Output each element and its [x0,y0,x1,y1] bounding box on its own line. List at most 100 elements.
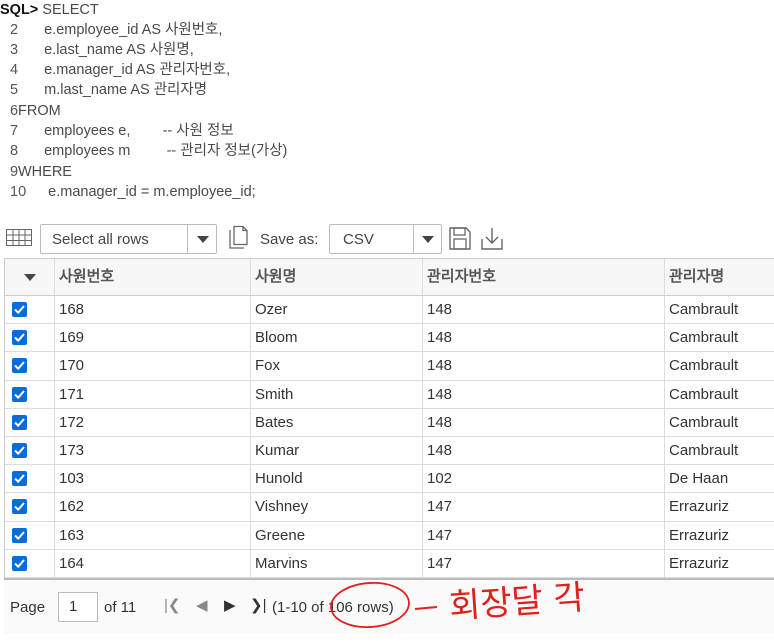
row-range-text: (1-10 of 106 rows) [272,599,394,616]
column-header[interactable]: 사원번호 [55,259,251,295]
table-row[interactable]: 162 Vishney 147 Errazuriz [5,493,774,522]
table-cell: De Haan [669,470,729,488]
table-cell: Bloom [251,324,423,352]
sql-line: 8 employees m -- 관리자 정보(가상) [10,143,288,159]
table-cell: 148 [423,324,665,352]
row-checkbox-cell [5,465,55,493]
row-checkbox[interactable] [12,471,27,487]
chevron-down-icon [422,236,434,243]
sql-line: 9WHERE [10,164,72,180]
table-header: 사원번호 사원명 관리자번호 관리자명 [5,259,774,296]
page-number-input[interactable]: 1 [58,592,98,622]
table-cell: Smith [251,380,423,408]
table-cell: Fox [251,352,423,380]
sql-editor[interactable]: SQL> SELECT 2 e.employee_id AS 사원번호, 3 e… [0,0,774,212]
table-cell: 168 [55,296,251,324]
table-cell: 170 [55,352,251,380]
row-checkbox-cell [5,437,55,465]
column-header[interactable]: 관리자명 [665,259,774,295]
sql-line: 4 e.manager_id AS 관리자번호, [10,62,231,78]
save-icon[interactable] [448,225,472,251]
next-page-icon[interactable]: ▶ [224,596,236,614]
table-cell: 102 [423,465,665,493]
grid-view-icon[interactable] [6,229,32,246]
row-checkbox[interactable] [12,386,27,402]
table-row[interactable]: 171 Smith 148 Cambrault [5,380,774,409]
table-row[interactable]: 169 Bloom 148 Cambrault [5,324,774,353]
table-row[interactable]: 168 Ozer 148 Cambrault [5,296,774,325]
table-cell: 148 [423,437,665,465]
last-page-icon[interactable]: ❯| [250,596,266,614]
format-dropdown[interactable]: CSV [329,224,442,254]
download-icon[interactable] [480,225,504,251]
row-checkbox-cell [5,324,55,352]
row-checkbox[interactable] [12,414,27,430]
results-table: 사원번호 사원명 관리자번호 관리자명 168 Ozer 148 Cambrault 1… [4,258,774,578]
row-checkbox[interactable] [12,443,27,458]
sql-line: 5 m.last_name AS 관리자명 [10,82,208,98]
row-checkbox-cell [5,521,55,549]
table-cell: Errazuriz [669,498,730,516]
row-checkbox[interactable] [12,527,27,543]
row-checkbox-cell [5,352,55,380]
table-cell: Marvins [251,549,423,577]
table-cell: 148 [423,408,665,436]
table-cell: 148 [423,296,665,324]
table-cell: 171 [55,380,251,408]
table-cell: Greene [251,521,423,549]
table-row[interactable]: 103 Hunold 102 De Haan [5,465,774,494]
row-checkbox-cell [5,549,55,577]
table-row[interactable]: 163 Greene 147 Errazuriz [5,521,774,550]
chevron-down-icon [197,236,209,243]
page-label: Page [10,599,46,616]
select-rows-dropdown[interactable]: Select all rows [40,224,217,254]
row-checkbox[interactable] [12,302,27,317]
page-count: of 11 [104,599,137,616]
table-cell: 147 [423,493,665,521]
table-cell: 169 [55,324,251,352]
sql-line: 3 e.last_name AS 사원명, [10,42,194,58]
copy-icon[interactable] [226,225,250,251]
row-checkbox[interactable] [12,358,27,374]
table-cell: 148 [423,352,665,380]
select-column-header[interactable] [5,259,55,295]
first-page-icon[interactable]: |❮ [164,596,180,614]
table-cell: 147 [423,549,665,577]
save-as-label: Save as: [260,231,319,248]
row-checkbox[interactable] [12,555,27,571]
row-checkbox-cell [5,296,55,324]
row-checkbox-cell [5,493,55,521]
table-cell: 163 [55,521,251,549]
table-cell: Cambrault [669,442,739,459]
table-cell: Errazuriz [669,554,730,572]
table-cell: 164 [55,549,251,577]
table-cell: Cambrault [669,413,739,431]
column-header[interactable]: 관리자번호 [423,259,665,295]
sql-line: 6FROM [10,103,61,119]
table-cell: Kumar [251,437,423,465]
table-cell: Cambrault [669,385,739,403]
table-cell: 162 [55,493,251,521]
table-cell: Vishney [251,493,423,521]
sql-line: 2 e.employee_id AS 사원번호, [10,22,223,38]
table-row[interactable]: 170 Fox 148 Cambrault [5,352,774,381]
column-header[interactable]: 사원명 [251,259,423,295]
pagination-bar: Page 1 of 11 |❮ ◀ ▶ ❯| (1-10 of 106 rows… [4,578,774,634]
table-row[interactable]: 173 Kumar 148 Cambrault [5,437,774,466]
table-cell: Hunold [251,465,423,493]
sql-prompt: SQL> [0,2,39,18]
table-cell: Cambrault [669,329,739,347]
table-cell: 147 [423,521,665,549]
table-cell: Errazuriz [669,526,730,544]
chevron-down-icon[interactable] [24,274,36,281]
row-checkbox[interactable] [12,499,27,515]
table-cell: 148 [423,380,665,408]
table-row[interactable]: 164 Marvins 147 Errazuriz [5,549,774,578]
table-cell: Cambrault [669,357,739,375]
table-cell: 103 [55,465,251,493]
results-toolbar: Select all rows Save as: CSV [0,220,774,258]
prev-page-icon[interactable]: ◀ [196,596,208,614]
sql-line: 7 employees e, -- 사원 정보 [10,123,234,139]
table-row[interactable]: 172 Bates 148 Cambrault [5,408,774,437]
row-checkbox[interactable] [12,330,27,346]
